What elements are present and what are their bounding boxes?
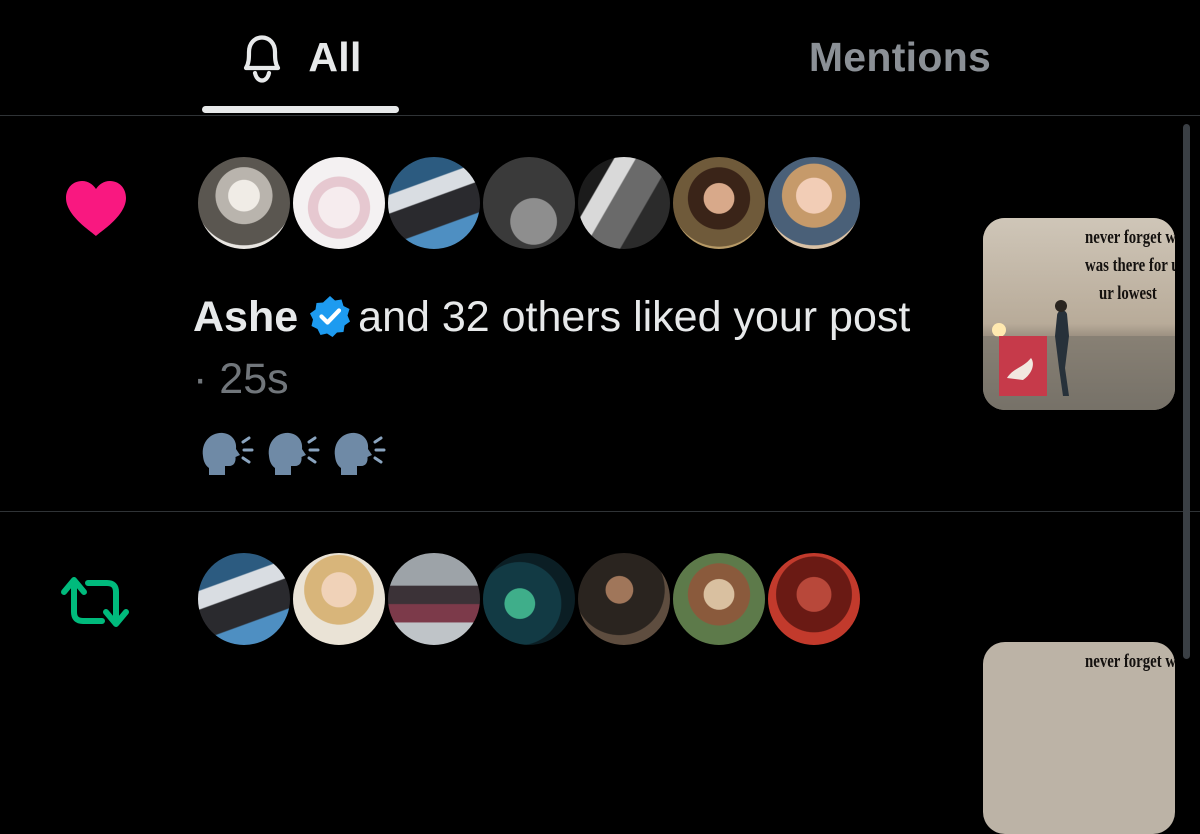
avatar[interactable] xyxy=(290,154,388,252)
action-text: and 32 others liked your post xyxy=(358,293,911,341)
avatar[interactable] xyxy=(765,550,863,648)
speaking-head-icon xyxy=(334,432,386,475)
speaking-head-icon xyxy=(202,432,254,475)
avatar[interactable] xyxy=(480,154,578,252)
actor-name[interactable]: Ashe xyxy=(193,293,298,341)
notification-repost[interactable]: never forget who xyxy=(0,512,1200,834)
avatar[interactable] xyxy=(385,154,483,252)
avatar[interactable] xyxy=(195,550,293,648)
avatar[interactable] xyxy=(385,550,483,648)
liker-avatars xyxy=(195,154,895,252)
active-tab-indicator xyxy=(202,106,399,113)
avatar[interactable] xyxy=(575,154,673,252)
verified-badge-icon xyxy=(310,296,351,337)
post-thumbnail[interactable]: never forget who was there for u at ur l… xyxy=(983,218,1175,410)
heart-icon xyxy=(66,181,126,236)
thumbnail-caption: never forget who was there for u at ur l… xyxy=(1085,227,1175,304)
time-separator: · xyxy=(193,355,208,403)
post-text xyxy=(197,428,387,478)
avatar[interactable] xyxy=(575,550,673,648)
notification-like[interactable]: Ashe and 32 others liked your post · 25s xyxy=(0,116,1200,512)
avatar[interactable] xyxy=(480,550,578,648)
post-thumbnail[interactable]: never forget who xyxy=(983,642,1175,834)
reposter-avatars xyxy=(195,550,895,648)
tab-all[interactable]: All xyxy=(150,0,450,115)
avatar[interactable] xyxy=(670,550,768,648)
avatar[interactable] xyxy=(670,154,768,252)
notification-tabs: All Mentions xyxy=(0,0,1200,116)
notification-text: Ashe and 32 others liked your post · 25s xyxy=(193,286,933,410)
avatar[interactable] xyxy=(290,550,388,648)
tab-all-label: All xyxy=(308,34,362,80)
scrollbar[interactable] xyxy=(1183,124,1190,659)
bell-icon xyxy=(244,34,281,83)
thumbnail-caption: never forget who xyxy=(1085,651,1175,672)
tab-mentions-label: Mentions xyxy=(808,34,992,80)
avatar[interactable] xyxy=(195,154,293,252)
retweet-icon xyxy=(61,577,129,627)
avatar[interactable] xyxy=(765,154,863,252)
timestamp: 25s xyxy=(219,355,289,403)
speaking-head-icon xyxy=(268,432,320,475)
tab-mentions[interactable]: Mentions xyxy=(750,0,1050,115)
